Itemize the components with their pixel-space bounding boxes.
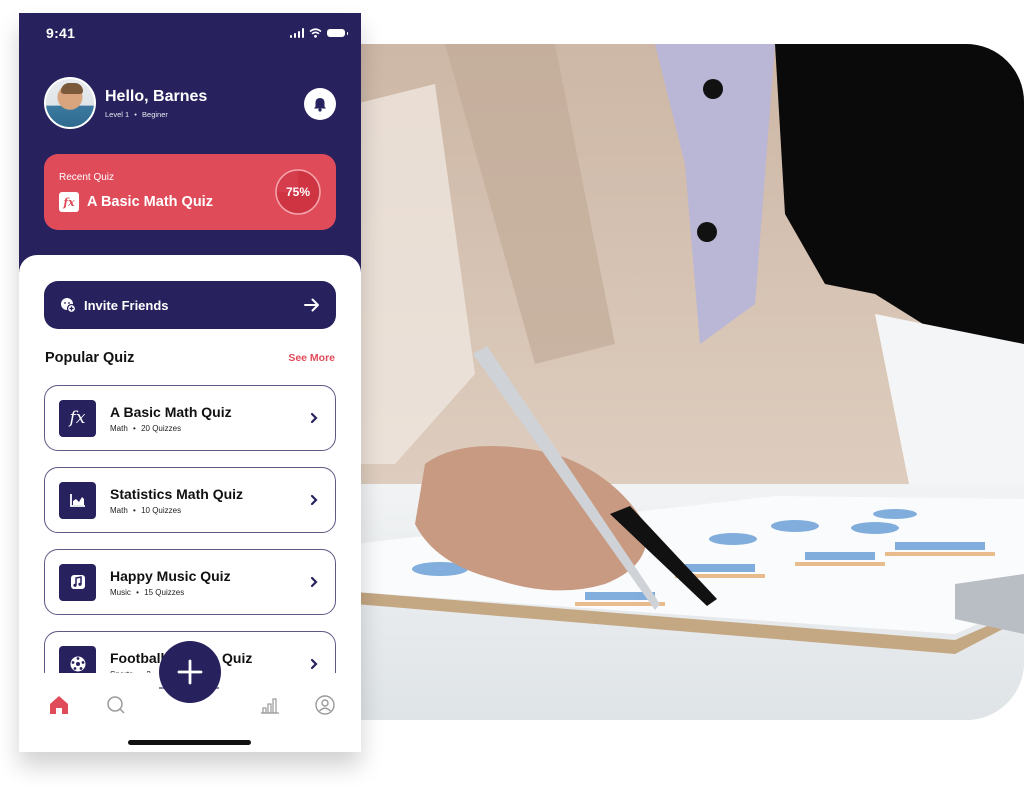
arrow-right-icon [304, 298, 319, 312]
music-note-icon [59, 563, 96, 601]
meta-separator: • [136, 587, 139, 597]
quiz-meta: Music • 15 Quizzes [110, 588, 307, 597]
popular-quiz-header: Popular Quiz See More [45, 350, 335, 366]
plus-icon [177, 659, 203, 685]
tab-stats[interactable] [258, 693, 282, 717]
home-icon [50, 696, 68, 714]
quiz-meta: Math • 10 Quizzes [110, 506, 307, 515]
home-indicator[interactable] [128, 740, 251, 745]
invite-friends-label: Invite Friends [84, 297, 169, 313]
meta-separator: • [133, 423, 136, 433]
greeting-name: Hello, Barnes [105, 87, 208, 105]
progress-percent: 75% [285, 185, 311, 199]
quiz-count: 10 Quizzes [141, 505, 182, 515]
avatar[interactable] [44, 77, 96, 129]
quiz-meta: Math • 20 Quizzes [110, 424, 307, 433]
profile-icon [315, 695, 335, 715]
popular-quiz-title: Popular Quiz [45, 350, 135, 366]
add-friend-icon [61, 298, 76, 313]
quiz-card[interactable]: Statistics Math Quiz Math • 10 Quizzes [44, 467, 336, 533]
quiz-category: Math [110, 423, 128, 433]
recent-quiz-card[interactable]: Recent Quiz fx A Basic Math Quiz 75% [44, 154, 336, 230]
quiz-title: Happy Music Quiz [110, 567, 231, 584]
quiz-count: 15 Quizzes [144, 587, 185, 597]
recent-quiz-label: Recent Quiz [59, 172, 115, 183]
tab-search[interactable] [104, 693, 128, 717]
battery-icon [327, 29, 348, 37]
quiz-title: Statistics Math Quiz [110, 485, 244, 502]
phone-screen: 9:41 Hello, Barnes Level 1 • Beginer Rec… [19, 13, 361, 752]
meta-separator: • [133, 505, 136, 515]
fx-icon: fx [59, 399, 96, 437]
add-button[interactable] [159, 641, 221, 703]
fx-icon: fx [59, 192, 79, 212]
level-text: Level 1 [105, 109, 130, 119]
quiz-card[interactable]: fx A Basic Math Quiz Math • 20 Quizzes [44, 385, 336, 451]
recent-quiz-title: A Basic Math Quiz [87, 194, 213, 210]
chart-icon [59, 481, 96, 519]
user-greeting: Hello, Barnes Level 1 • Beginer [44, 77, 207, 129]
fx-glyph: fx [69, 408, 86, 428]
quiz-category: Music [110, 587, 131, 597]
tab-home[interactable] [47, 693, 71, 717]
bar-chart-icon [261, 698, 279, 714]
wifi-icon [309, 28, 322, 38]
chevron-right-icon [307, 576, 321, 588]
quiz-title: A Basic Math Quiz [110, 403, 232, 420]
tab-profile[interactable] [313, 693, 337, 717]
chevron-right-icon [307, 494, 321, 506]
user-level: Level 1 • Beginer [105, 110, 207, 119]
photo-illustration [355, 44, 1024, 720]
quiz-card[interactable]: Happy Music Quiz Music • 15 Quizzes [44, 549, 336, 615]
hero-photo [355, 44, 1024, 720]
chevron-right-icon [307, 658, 321, 670]
search-icon [107, 696, 125, 714]
signal-icon [289, 28, 304, 38]
quiz-category: Math [110, 505, 128, 515]
chevron-right-icon [307, 412, 321, 424]
status-bar: 9:41 [19, 13, 361, 53]
notifications-button[interactable] [304, 88, 336, 120]
invite-friends-button[interactable]: Invite Friends [44, 281, 336, 329]
level-separator: • [134, 109, 137, 119]
quiz-count: 20 Quizzes [141, 423, 182, 433]
status-icons [289, 28, 348, 38]
rank-text: Beginer [142, 109, 168, 119]
bell-icon [314, 97, 326, 112]
see-more-link[interactable]: See More [288, 352, 335, 364]
status-time: 9:41 [46, 25, 76, 41]
